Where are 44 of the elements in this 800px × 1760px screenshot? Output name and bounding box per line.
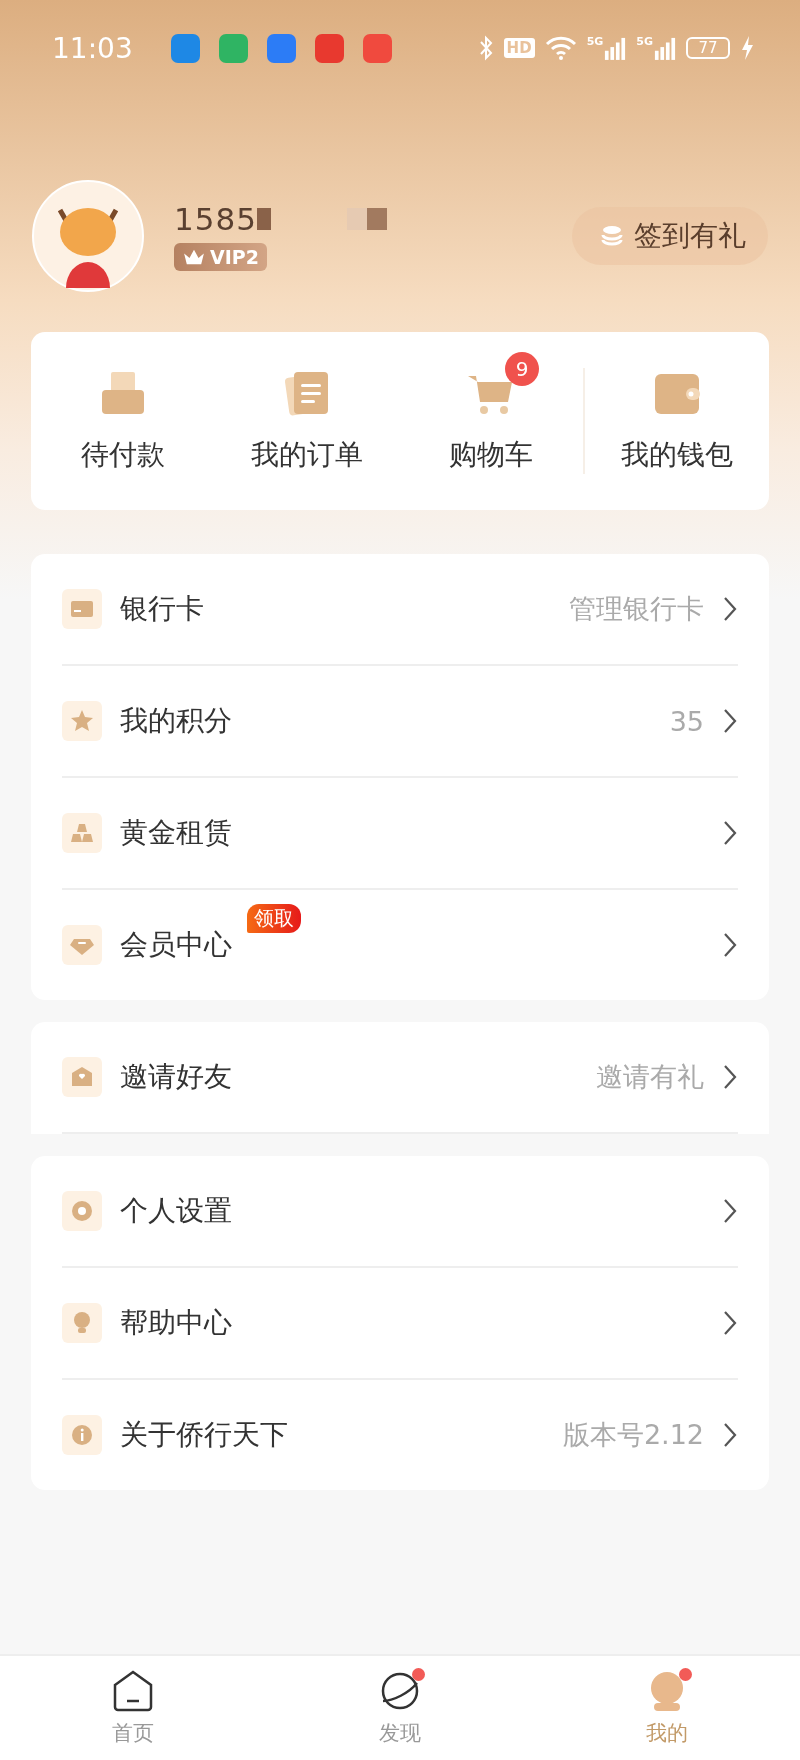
menu-item[interactable]: 黄金租赁: [120, 814, 232, 852]
menu-item[interactable]: 关于侨行天下: [120, 1416, 288, 1454]
signal-indicator: 5G: [636, 35, 676, 61]
signal-indicator: 5G: [586, 35, 627, 61]
menu-item-value: 管理银行卡: [569, 592, 704, 626]
menu-item[interactable]: 邀请好友: [120, 1058, 232, 1096]
chevron-right-icon: [722, 708, 738, 734]
coin-stack-icon: [600, 224, 624, 248]
sign-in-reward-button[interactable]: 签到有礼: [572, 207, 768, 265]
bank-card-icon: [62, 589, 102, 629]
battery-indicator: 77: [686, 37, 730, 59]
chevron-right-icon: [722, 1064, 738, 1090]
ingot-stack-icon: [62, 813, 102, 853]
chevron-right-icon: [722, 820, 738, 846]
menu-item-value: 邀请有礼: [596, 1060, 704, 1094]
menu-item[interactable]: 我的积分: [120, 702, 232, 740]
hd-indicator: HD: [503, 38, 535, 58]
menu-item[interactable]: 帮助中心: [120, 1304, 232, 1342]
settings-icon: [62, 1191, 102, 1231]
bluetooth-icon: [477, 35, 494, 61]
phone-number: 1585: [174, 201, 257, 237]
menu-item-value: 版本号2.12: [562, 1418, 704, 1452]
chevron-right-icon: [722, 1310, 738, 1336]
menu-item[interactable]: 银行卡: [120, 590, 204, 628]
wifi-icon: [544, 35, 577, 61]
quick-action[interactable]: 我的钱包: [585, 368, 769, 474]
charging-icon: [740, 35, 754, 61]
claim-badge: 领取: [247, 904, 301, 933]
menu-item-value: 35: [669, 705, 704, 737]
status-time: 11:03: [52, 31, 133, 65]
gem-icon: [62, 925, 102, 965]
chevron-right-icon: [722, 1422, 738, 1448]
info-icon: [62, 1415, 102, 1455]
quick-action[interactable]: 我的订单: [215, 368, 399, 474]
vip-badge: VIP2: [174, 243, 267, 271]
menu-item[interactable]: 会员中心: [120, 926, 232, 964]
quick-action[interactable]: 待付款: [31, 368, 215, 474]
chevron-right-icon: [722, 1198, 738, 1224]
menu-item[interactable]: 个人设置: [120, 1192, 232, 1230]
envelope-icon: [62, 1057, 102, 1097]
chevron-right-icon: [722, 596, 738, 622]
light-bulb-icon: [62, 1303, 102, 1343]
count-badge: 9: [505, 352, 539, 386]
chevron-right-icon: [722, 932, 738, 958]
